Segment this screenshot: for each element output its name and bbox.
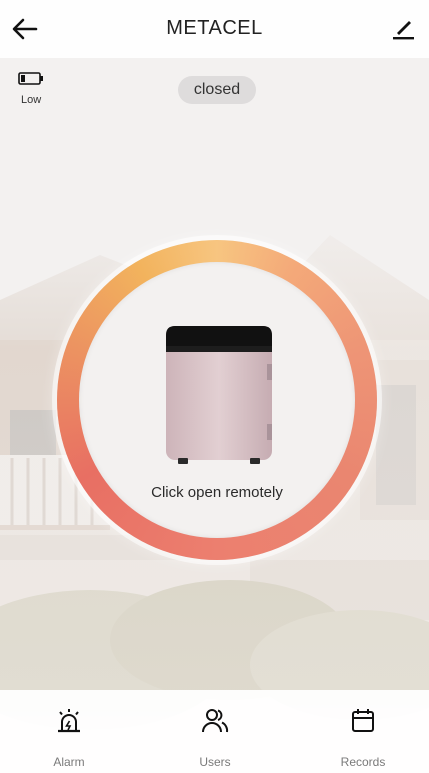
battery-label: Low: [21, 94, 42, 106]
remote-open-dial[interactable]: Click open remotely: [57, 240, 377, 560]
battery-indicator: Low: [18, 72, 44, 106]
tab-alarm-label: Alarm: [53, 755, 85, 769]
tab-users-label: Users: [199, 755, 231, 769]
users-icon: [202, 709, 229, 733]
app-header: METACEL: [0, 0, 429, 58]
bottom-tab-bar: Alarm Users Records: [0, 690, 429, 773]
tab-users[interactable]: Users: [170, 706, 260, 770]
dial-center[interactable]: Click open remotely: [79, 262, 355, 538]
page-title: METACEL: [166, 17, 263, 39]
alarm-icon: [58, 709, 80, 733]
tab-records[interactable]: Records: [318, 706, 408, 770]
edit-pencil-icon[interactable]: [389, 14, 417, 42]
tab-records-label: Records: [340, 755, 386, 769]
battery-low-icon: [18, 72, 43, 85]
open-remotely-label: Click open remotely: [151, 484, 283, 501]
calendar-icon: [352, 709, 374, 732]
safe-device-image: [166, 326, 272, 464]
lock-status-badge: closed: [178, 76, 256, 104]
tab-alarm[interactable]: Alarm: [24, 706, 114, 770]
